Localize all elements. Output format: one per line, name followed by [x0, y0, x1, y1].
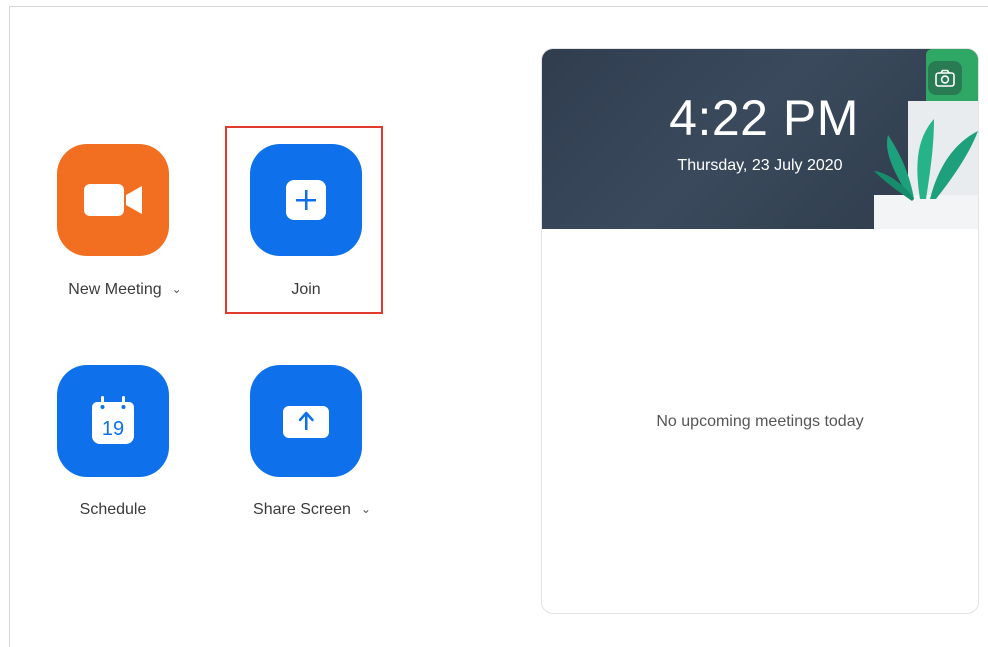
clock-time: 4:22 PM — [669, 90, 859, 146]
meetings-panel: 4:22 PM Thursday, 23 July 2020 No upcomi… — [541, 48, 979, 614]
share-screen-button[interactable] — [250, 365, 362, 477]
join-button[interactable] — [250, 144, 362, 256]
new-meeting-label: New Meeting — [68, 281, 162, 298]
calendar-day: 19 — [102, 418, 124, 440]
clock-banner: 4:22 PM Thursday, 23 July 2020 — [542, 49, 978, 229]
clock-date: Thursday, 23 July 2020 — [677, 157, 843, 174]
camera-icon — [935, 69, 955, 87]
calendar-icon: 19 — [92, 396, 134, 444]
schedule-label: Schedule — [79, 501, 147, 518]
chevron-down-icon[interactable]: ⌄ — [361, 502, 371, 516]
share-screen-label: Share Screen — [253, 501, 351, 518]
join-label: Join — [291, 281, 321, 298]
plus-icon — [286, 180, 326, 220]
new-meeting-button[interactable] — [57, 144, 169, 256]
share-screen-label-row[interactable]: Share Screen ⌄ — [232, 501, 392, 519]
chevron-down-icon[interactable]: ⌄ — [172, 282, 182, 296]
schedule-button[interactable]: 19 — [57, 365, 169, 477]
no-meetings-message: No upcoming meetings today — [656, 413, 864, 430]
new-meeting-label-row[interactable]: New Meeting ⌄ — [45, 281, 205, 299]
change-background-button[interactable] — [928, 61, 962, 95]
video-camera-icon — [84, 184, 142, 216]
upload-arrow-icon — [283, 406, 329, 438]
